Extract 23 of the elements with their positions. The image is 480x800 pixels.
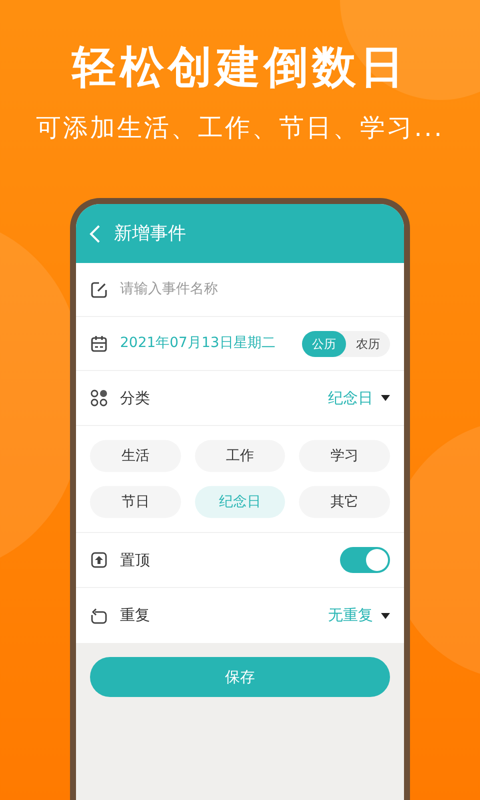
category-label: 分类 <box>120 388 151 409</box>
caret-icon <box>381 395 390 401</box>
category-icon <box>90 389 108 407</box>
category-chip[interactable]: 工作 <box>194 440 286 472</box>
caret-icon <box>381 612 390 618</box>
repeat-icon <box>90 606 108 624</box>
edit-icon <box>90 280 108 298</box>
screen-title: 新增事件 <box>114 222 186 246</box>
repeat-label: 重复 <box>120 605 151 626</box>
pin-top-icon <box>90 551 108 569</box>
calendar-icon <box>90 334 108 352</box>
calendar-tab[interactable]: 农历 <box>346 330 390 356</box>
category-chip[interactable]: 其它 <box>299 486 390 518</box>
toggle-thumb <box>366 549 388 571</box>
pin-label: 置顶 <box>120 550 151 571</box>
pin-toggle[interactable] <box>340 547 390 573</box>
subtitle: 可添加生活、工作、节日、学习... <box>36 112 444 144</box>
headline: 轻松创建倒数日 <box>72 41 408 95</box>
event-name-field[interactable]: 请输入事件名称 <box>120 279 390 300</box>
category-chip[interactable]: 学习 <box>299 440 390 472</box>
category-chip[interactable]: 节日 <box>90 486 181 518</box>
category-chip[interactable]: 生活 <box>90 440 181 472</box>
back-icon[interactable] <box>88 224 102 244</box>
